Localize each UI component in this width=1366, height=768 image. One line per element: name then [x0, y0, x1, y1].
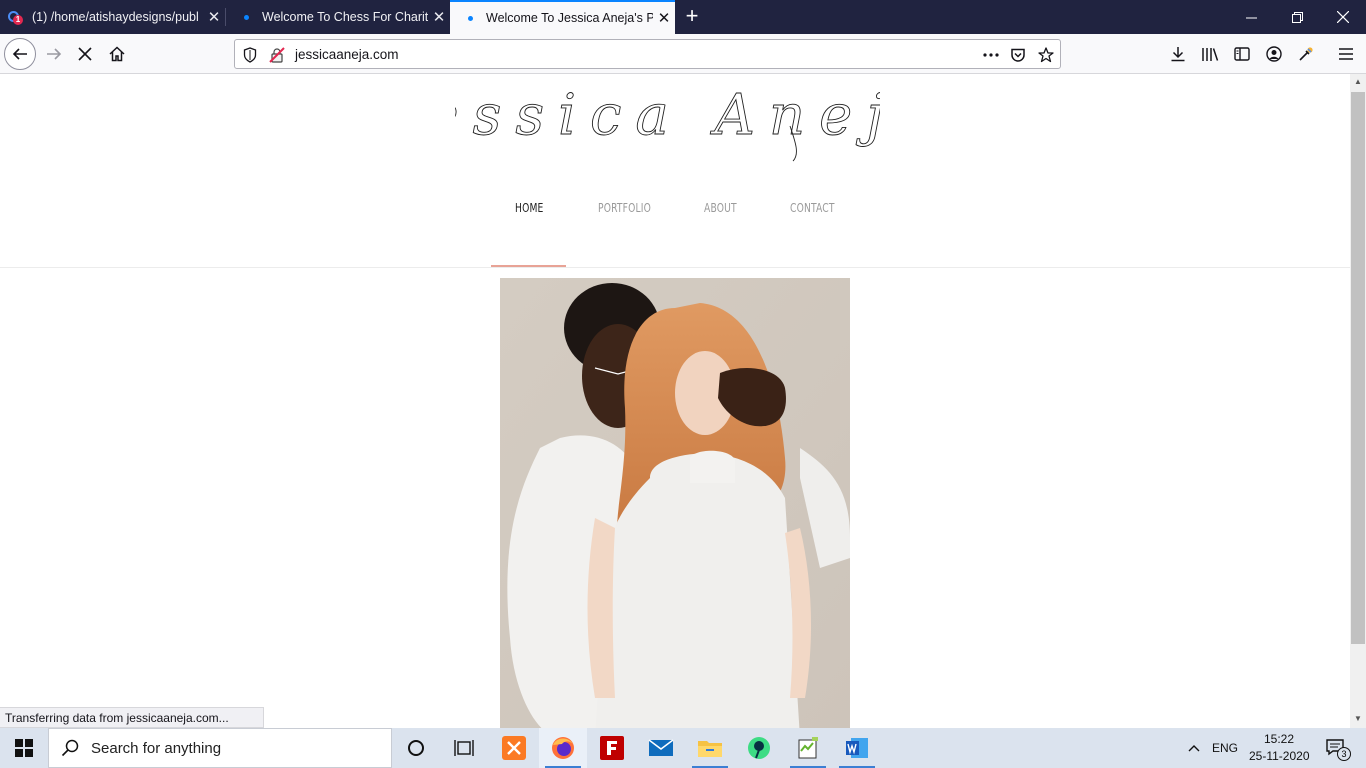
pocket-icon[interactable] [1008, 45, 1028, 65]
web-page: Jessica Aneja HOME PORTFOLIO ABOUT CONTA… [0, 74, 1350, 728]
word-icon [846, 738, 868, 758]
language-indicator[interactable]: ENG [1212, 741, 1238, 755]
restore-button[interactable] [1274, 0, 1320, 34]
header-divider [0, 267, 1350, 268]
tab-jessica-aneja[interactable]: Welcome To Jessica Aneja's Por ✕ [450, 0, 675, 34]
vertical-scrollbar[interactable]: ▲ ▼ [1350, 74, 1366, 728]
back-button[interactable] [4, 38, 36, 70]
stop-icon [78, 47, 92, 61]
tab-chess-for-charity[interactable]: Welcome To Chess For Charity ✕ [226, 0, 450, 34]
nav-portfolio[interactable]: PORTFOLIO [598, 201, 651, 215]
status-bar: Transferring data from jessicaaneja.com.… [0, 707, 264, 728]
close-window-button[interactable] [1320, 0, 1366, 34]
back-arrow-icon [12, 48, 27, 60]
account-icon[interactable] [1262, 42, 1286, 66]
loading-dot-icon [238, 9, 254, 25]
android-studio-icon [748, 737, 770, 759]
show-hidden-icons-button[interactable] [1180, 728, 1208, 768]
firefox-icon [552, 737, 574, 759]
url-bar[interactable]: jessicaaneja.com [234, 39, 1061, 69]
clock-time[interactable]: 15:22 [1264, 732, 1294, 746]
color-picker-icon[interactable] [1294, 42, 1318, 66]
tracking-protection-shield-icon[interactable] [240, 45, 260, 65]
cpanel-favicon-icon: 1 [8, 9, 24, 25]
file-explorer-app[interactable] [686, 728, 734, 768]
cortana-button[interactable] [392, 728, 440, 768]
minimize-button[interactable] [1228, 0, 1274, 34]
tab-close-icon[interactable]: ✕ [428, 6, 450, 28]
new-tab-button[interactable]: + [680, 4, 704, 28]
filezilla-icon [600, 736, 624, 760]
scroll-down-icon[interactable]: ▼ [1353, 714, 1363, 724]
tab-strip: 1 (1) /home/atishaydesigns/publ ✕ Welcom… [0, 0, 1366, 34]
task-view-icon [454, 740, 474, 756]
folder-icon [698, 741, 722, 757]
nav-contact[interactable]: CONTACT [790, 201, 835, 215]
navigation-toolbar: jessicaaneja.com [0, 34, 1366, 74]
nav-home[interactable]: HOME [515, 201, 544, 215]
mail-icon [648, 739, 674, 756]
forward-button[interactable] [38, 38, 70, 70]
downloads-icon[interactable] [1166, 42, 1190, 66]
hero-image [500, 278, 850, 728]
start-button[interactable] [0, 728, 48, 768]
windows-taskbar: Search for anything ENG 15:22 25-11-2020… [0, 728, 1366, 768]
minimize-icon [1245, 17, 1257, 18]
signature-logo-image: Jessica Aneja [379, 83, 931, 162]
page-actions-icon[interactable] [981, 45, 1001, 65]
url-text: jessicaaneja.com [295, 47, 399, 62]
mail-app[interactable] [637, 728, 685, 768]
cortana-icon [408, 740, 424, 756]
loading-dot-icon [462, 10, 478, 26]
menu-hamburger-icon[interactable] [1334, 42, 1358, 66]
notepad-plus-plus-app[interactable] [784, 728, 832, 768]
main-navigation: HOME PORTFOLIO ABOUT CONTACT [0, 201, 1350, 221]
insecure-connection-icon[interactable] [267, 45, 287, 65]
tab-close-icon[interactable]: ✕ [653, 7, 675, 29]
restore-icon [1291, 11, 1303, 23]
signature-logo-text: Jessica Aneja [455, 83, 880, 148]
tab-title: Welcome To Jessica Aneja's Por [486, 11, 653, 25]
chevron-up-icon [1188, 745, 1200, 752]
xampp-icon [502, 736, 526, 760]
bookmark-star-icon[interactable] [1036, 45, 1056, 65]
library-icon[interactable] [1198, 42, 1222, 66]
task-view-button[interactable] [440, 728, 488, 768]
search-placeholder: Search for anything [91, 739, 222, 757]
site-logo[interactable]: Jessica Aneja [379, 76, 931, 166]
stop-button[interactable] [69, 38, 101, 70]
notification-center-button[interactable]: 3 [1316, 728, 1356, 768]
notepad-plus-plus-icon [798, 737, 818, 759]
xampp-app[interactable] [490, 728, 538, 768]
android-studio-app[interactable] [735, 728, 783, 768]
scroll-up-icon[interactable]: ▲ [1353, 77, 1363, 87]
tab-title: (1) /home/atishaydesigns/publ [32, 10, 199, 24]
nav-about[interactable]: ABOUT [704, 201, 737, 215]
tab-cpanel[interactable]: 1 (1) /home/atishaydesigns/publ ✕ [0, 0, 225, 34]
firefox-app[interactable] [539, 728, 587, 768]
windows-logo-icon [15, 739, 33, 757]
clock-date[interactable]: 25-11-2020 [1249, 749, 1310, 763]
taskbar-search-box[interactable]: Search for anything [48, 728, 392, 768]
search-icon [61, 739, 79, 757]
tab-title: Welcome To Chess For Charity [262, 10, 428, 24]
word-app[interactable] [833, 728, 881, 768]
forward-arrow-icon [47, 48, 62, 60]
sidebar-icon[interactable] [1230, 42, 1254, 66]
home-icon [109, 46, 125, 62]
scroll-thumb[interactable] [1351, 92, 1365, 644]
close-icon [1337, 11, 1349, 23]
notification-count-badge: 3 [1337, 747, 1351, 761]
filezilla-app[interactable] [588, 728, 636, 768]
home-button[interactable] [101, 38, 133, 70]
tab-close-icon[interactable]: ✕ [203, 6, 225, 28]
